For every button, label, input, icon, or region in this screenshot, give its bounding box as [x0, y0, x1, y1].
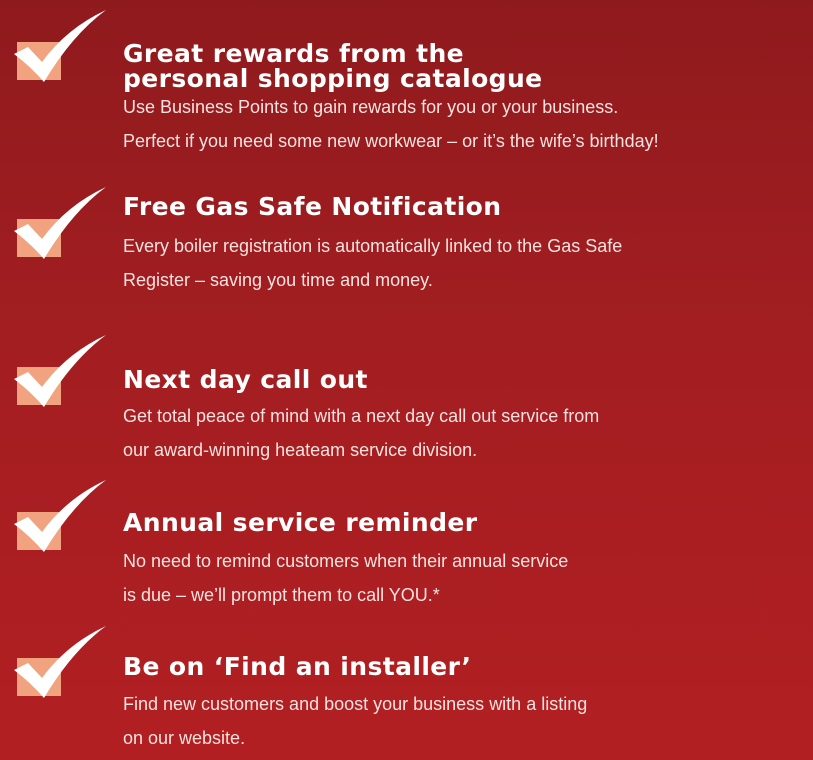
checkmark-icon: [12, 335, 112, 415]
benefit-title-line: Free Gas Safe Notification: [123, 192, 502, 221]
checkmark-icon: [12, 480, 112, 560]
benefit-title-line: Next day call out: [123, 365, 368, 394]
benefit-description: Every boiler registration is automatical…: [123, 229, 622, 297]
benefit-title: Be on ‘Find an installer’: [123, 654, 471, 679]
benefit-description-line: Find new customers and boost your busine…: [123, 694, 588, 714]
benefit-description: Get total peace of mind with a next day …: [123, 399, 599, 467]
benefit-description-line: No need to remind customers when their a…: [123, 551, 569, 571]
benefit-description-line: Get total peace of mind with a next day …: [123, 406, 600, 426]
benefit-title-line: Annual service reminder: [123, 508, 478, 537]
benefit-description-line: Use Business Points to gain rewards for …: [123, 97, 619, 117]
checkmark-icon: [12, 187, 112, 267]
benefit-description: Find new customers and boost your busine…: [123, 687, 587, 755]
benefit-description-line: is due – we’ll prompt them to call YOU.*: [123, 585, 440, 605]
benefit-description-line: Perfect if you need some new workwear – …: [123, 131, 659, 151]
benefit-description-line: on our website.: [123, 728, 246, 748]
benefit-description-line: our award-winning heateam service divisi…: [123, 440, 478, 460]
benefit-description: No need to remind customers when their a…: [123, 544, 568, 612]
benefit-title-line: personal shopping catalogue: [123, 64, 543, 93]
benefit-title: Annual service reminder: [123, 510, 477, 535]
checkmark-icon: [12, 10, 112, 90]
benefit-description-line: Every boiler registration is automatical…: [123, 236, 623, 256]
benefit-title: Free Gas Safe Notification: [123, 194, 501, 219]
benefit-description: Use Business Points to gain rewards for …: [123, 90, 659, 158]
checkmark-icon: [12, 626, 112, 706]
benefit-title-line: Be on ‘Find an installer’: [123, 652, 472, 681]
benefit-title: Great rewards from the personal shopping…: [123, 41, 543, 91]
benefit-title: Next day call out: [123, 367, 368, 392]
benefit-description-line: Register – saving you time and money.: [123, 270, 433, 290]
